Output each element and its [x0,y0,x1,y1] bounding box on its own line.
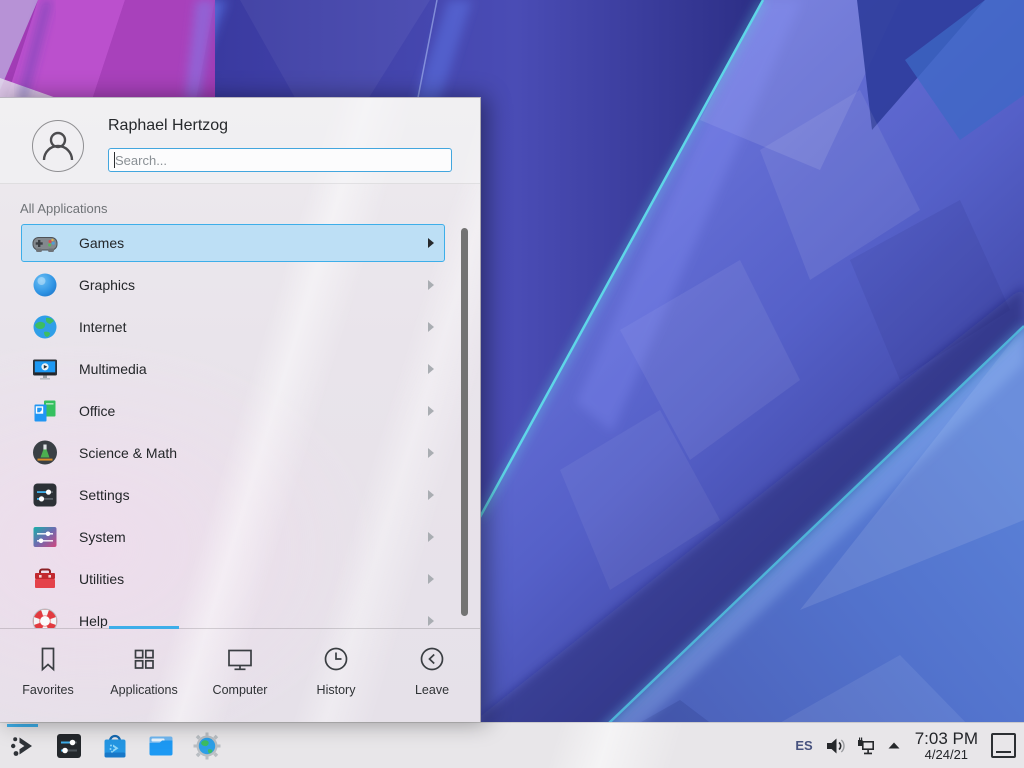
text-caret [114,152,115,168]
submenu-arrow-icon [428,448,434,458]
submenu-arrow-icon [428,406,434,416]
taskbar-system-settings[interactable] [46,723,92,768]
category-label: Science & Math [79,445,177,461]
clock-time: 7:03 PM [915,730,978,748]
category-item-science-math[interactable]: Science & Math [21,434,445,472]
category-item-system[interactable]: System [21,518,445,556]
history-icon [321,644,351,674]
konqueror-globe-icon [192,731,222,761]
tab-leave[interactable]: Leave [384,629,480,723]
system-settings-icon [54,731,84,761]
system-icon [31,523,59,551]
user-name: Raphael Hertzog [108,117,228,135]
volume-icon[interactable] [824,735,846,757]
computer-icon [225,644,255,674]
category-label: Multimedia [79,361,147,377]
office-icon [31,397,59,425]
tab-label: Leave [415,683,449,697]
tab-favorites[interactable]: Favorites [0,629,96,723]
leave-icon [417,644,447,674]
discover-icon [100,731,130,761]
keyboard-layout-indicator[interactable]: ES [793,738,814,753]
tab-label: Computer [213,683,268,697]
expand-tray-icon[interactable] [886,738,902,754]
submenu-arrow-icon [428,364,434,374]
category-item-graphics[interactable]: Graphics [21,266,445,304]
settings-icon [31,481,59,509]
utilities-icon [31,565,59,593]
taskbar-web-browser[interactable] [184,723,230,768]
application-launcher-menu: Raphael Hertzog All Applications Games G… [0,97,481,722]
submenu-arrow-icon [428,280,434,290]
category-item-office[interactable]: Office [21,392,445,430]
category-label: Settings [79,487,130,503]
submenu-arrow-icon [428,616,434,626]
desktop: ES [0,0,1024,768]
submenu-arrow-icon [428,238,434,248]
category-item-help[interactable]: Help [21,602,445,628]
category-label: Help [79,613,108,628]
taskbar-discover[interactable] [92,723,138,768]
category-label: Games [79,235,124,251]
category-label: Internet [79,319,126,335]
show-desktop-button[interactable] [991,733,1016,758]
dolphin-folder-icon [146,731,176,761]
section-label: All Applications [20,201,107,216]
clock-date: 4/24/21 [925,748,968,762]
help-icon [31,607,59,628]
science-icon [31,439,59,467]
multimedia-icon [31,355,59,383]
taskbar-file-manager[interactable] [138,723,184,768]
system-tray: ES [793,723,1016,768]
tab-label: History [317,683,356,697]
submenu-arrow-icon [428,532,434,542]
category-item-games[interactable]: Games [21,224,445,262]
network-icon[interactable] [855,735,877,757]
launcher-header: Raphael Hertzog [0,98,480,184]
kde-launcher-icon [7,730,39,762]
graphics-icon [31,271,59,299]
bookmark-icon [33,644,63,674]
tab-label: Applications [110,683,177,697]
apps-grid-icon [129,644,159,674]
taskbar-app-icons [0,723,230,768]
user-avatar[interactable] [32,120,84,172]
search-field-wrap [108,148,452,172]
category-list: Games Graphics Internet Multimedia Offic… [0,222,480,628]
category-label: Utilities [79,571,124,587]
category-item-settings[interactable]: Settings [21,476,445,514]
active-indicator [7,724,38,727]
taskbar-application-launcher[interactable] [0,723,46,768]
taskbar: ES [0,722,1024,768]
launcher-tab-bar: Favorites Applications Computer History … [0,629,480,723]
category-item-internet[interactable]: Internet [21,308,445,346]
submenu-arrow-icon [428,490,434,500]
tab-label: Favorites [22,683,73,697]
tab-computer[interactable]: Computer [192,629,288,723]
category-item-utilities[interactable]: Utilities [21,560,445,598]
category-item-multimedia[interactable]: Multimedia [21,350,445,388]
digital-clock[interactable]: 7:03 PM 4/24/21 [915,730,978,761]
submenu-arrow-icon [428,574,434,584]
search-input[interactable] [108,148,452,172]
tab-applications[interactable]: Applications [96,629,192,723]
category-label: Graphics [79,277,135,293]
games-icon [31,229,59,257]
scrollbar-thumb[interactable] [461,228,468,616]
category-label: System [79,529,126,545]
internet-icon [31,313,59,341]
category-label: Office [79,403,115,419]
tab-history[interactable]: History [288,629,384,723]
submenu-arrow-icon [428,322,434,332]
